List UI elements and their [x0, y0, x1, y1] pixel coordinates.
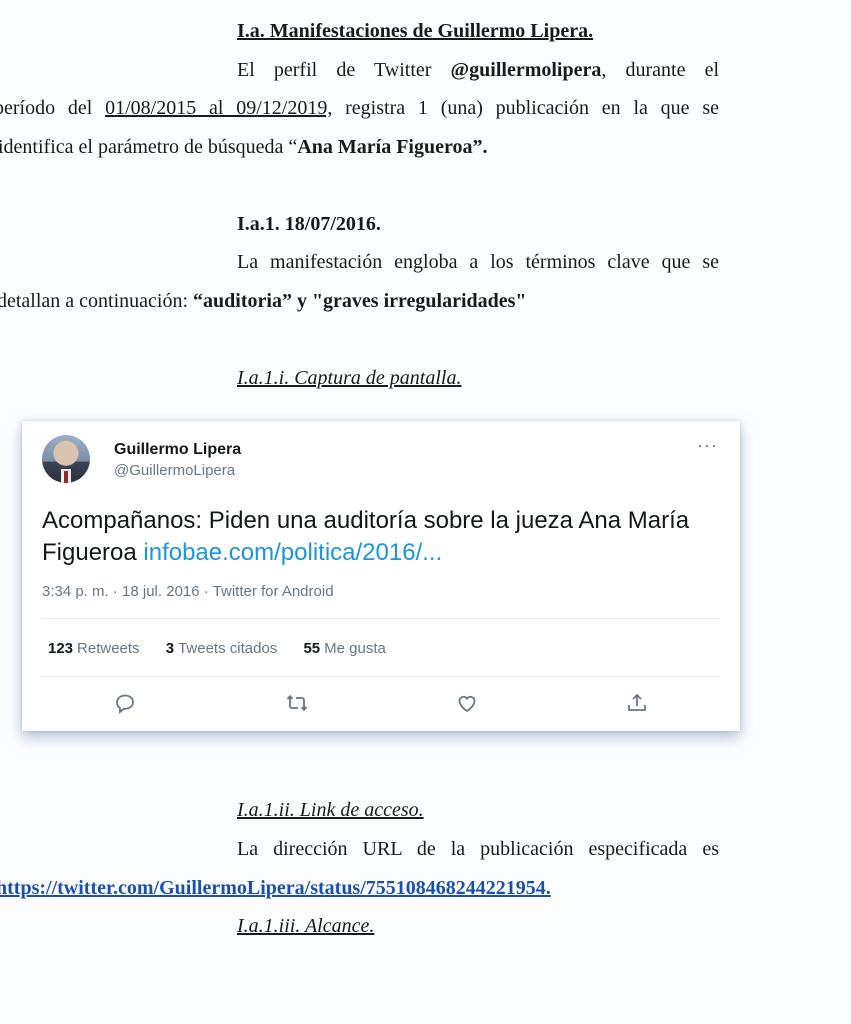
tweet-author-name[interactable]: Guillermo Lipera	[114, 441, 241, 459]
paragraph-1-line-1: El perfil de Twitter @guillermolipera, d…	[237, 58, 719, 82]
text-fragment: La dirección URL de la publicación espec…	[237, 838, 719, 860]
search-term: Ana María Figueroa”.	[297, 136, 488, 158]
paragraph-3-line-1: La dirección URL de la publicación espec…	[237, 837, 719, 861]
share-icon[interactable]	[625, 691, 649, 715]
text-fragment: período del	[0, 97, 106, 119]
retweets-count[interactable]: 123	[48, 640, 73, 657]
likes-count[interactable]: 55	[303, 640, 320, 657]
text-fragment: detallan a continuación:	[0, 290, 194, 312]
like-icon[interactable]	[455, 691, 479, 715]
retweet-icon[interactable]	[285, 691, 309, 715]
text-fragment: identifica el parámetro de búsqueda “	[0, 136, 298, 158]
tweet-card: Guillermo Lipera @GuillermoLipera ··· Ac…	[22, 421, 740, 731]
paragraph-1-line-3: identifica el parámetro de búsqueda “Ana…	[0, 135, 487, 159]
likes-label[interactable]: Me gusta	[324, 640, 386, 657]
tweet-author-handle[interactable]: @GuillermoLipera	[114, 462, 235, 479]
text-fragment: La manifestación engloba a los términos …	[237, 251, 719, 273]
text-fragment: El perfil de Twitter	[237, 59, 451, 81]
quotes-label[interactable]: Tweets citados	[178, 640, 277, 657]
tweet-text: Acompañanos: Piden una auditoría sobre l…	[42, 505, 722, 569]
paragraph-1-line-2: período del 01/08/2015 al 09/12/2019, re…	[0, 96, 719, 120]
paragraph-2-line-2: detallan a continuación: “auditoria” y "…	[0, 289, 527, 313]
screenshot-heading: I.a.1.i. Captura de pantalla.	[237, 367, 462, 389]
avatar-tie	[64, 471, 68, 483]
paragraph-2-line-1: La manifestación engloba a los términos …	[237, 250, 719, 274]
more-options-icon[interactable]: ···	[697, 435, 718, 456]
date-range: 01/08/2015 al 09/12/2019,	[105, 97, 333, 119]
reply-icon[interactable]	[113, 691, 137, 715]
tweet-link[interactable]: infobae.com/politica/2016/...	[143, 539, 442, 566]
twitter-handle: @guillermolipera	[450, 59, 602, 81]
subsection-heading: I.a.1. 18/07/2016.	[237, 213, 381, 235]
key-terms: “auditoria” y "graves irregularidades"	[193, 290, 527, 312]
tweet-stats: 123 Retweets 3 Tweets citados 55 Me gusta	[48, 640, 408, 657]
text-fragment: , durante el	[601, 59, 719, 81]
quotes-count[interactable]: 3	[166, 640, 174, 657]
link-heading: I.a.1.ii. Link de acceso.	[237, 799, 424, 821]
divider	[42, 676, 720, 677]
text-fragment: registra 1 (una) publicación en la que s…	[332, 97, 719, 119]
section-heading: I.a. Manifestaciones de Guillermo Lipera…	[237, 20, 594, 42]
tweet-timestamp[interactable]: 3:34 p. m. · 18 jul. 2016 · Twitter for …	[42, 583, 334, 600]
reach-heading: I.a.1.iii. Alcance.	[237, 915, 375, 937]
retweets-label[interactable]: Retweets	[77, 640, 140, 657]
tweet-url-link[interactable]: https://twitter.com/GuillermoLipera/stat…	[0, 876, 551, 900]
divider	[42, 618, 720, 619]
avatar[interactable]	[42, 435, 90, 483]
